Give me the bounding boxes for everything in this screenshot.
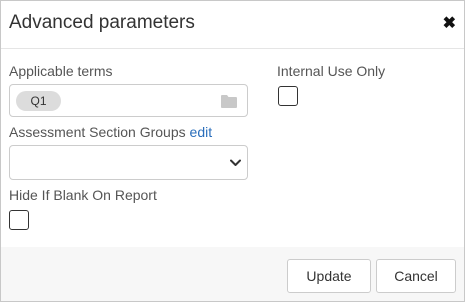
applicable-terms-field[interactable]: Q1 <box>9 84 248 117</box>
dialog-header: Advanced parameters ✖ <box>1 1 464 49</box>
close-icon[interactable]: ✖ <box>443 14 456 34</box>
internal-use-checkbox[interactable] <box>278 86 298 106</box>
dialog-title: Advanced parameters <box>9 12 195 33</box>
assessment-groups-label-text: Assessment Section Groups <box>9 124 186 140</box>
chevron-down-icon <box>230 159 241 166</box>
update-button[interactable]: Update <box>287 259 371 293</box>
cancel-button[interactable]: Cancel <box>376 259 456 293</box>
term-chip[interactable]: Q1 <box>16 91 61 111</box>
hide-if-blank-label: Hide If Blank On Report <box>9 187 157 203</box>
internal-use-label: Internal Use Only <box>277 63 386 79</box>
applicable-terms-label: Applicable terms <box>9 63 113 79</box>
folder-icon[interactable] <box>221 94 237 108</box>
edit-link[interactable]: edit <box>190 124 213 140</box>
hide-if-blank-checkbox[interactable] <box>9 210 29 230</box>
assessment-groups-select[interactable] <box>9 145 248 180</box>
assessment-groups-label: Assessment Section Groups edit <box>9 124 212 140</box>
advanced-parameters-dialog: Advanced parameters ✖ Applicable terms Q… <box>0 0 465 302</box>
dialog-footer: Update Cancel <box>1 247 464 301</box>
